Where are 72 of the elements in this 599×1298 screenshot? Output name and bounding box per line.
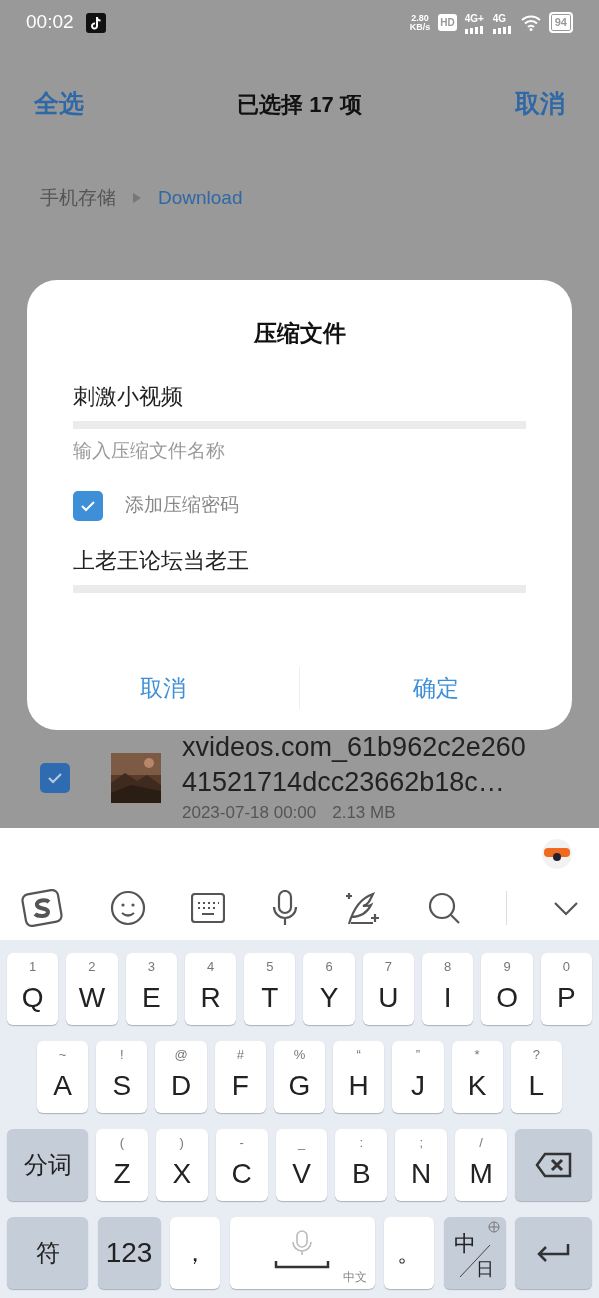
key[interactable]: 7 U [362,953,415,1025]
battery-level: 94 [548,12,573,33]
enter-key[interactable] [515,1217,592,1289]
key[interactable]: % G [273,1041,326,1113]
key[interactable]: 5 T [244,953,296,1025]
smiley-icon[interactable] [109,890,146,926]
key[interactable]: 2 W [66,953,118,1025]
network-unit: KB/s [409,22,431,32]
file-date: 2023-07-18 00:00 [182,802,317,825]
key[interactable]: ? L [510,1041,562,1113]
clock-time: 00:02 [26,10,74,35]
wifi-icon [520,14,541,31]
key[interactable]: 123 [97,1217,161,1289]
network-speed: 2.80 [410,13,430,23]
backspace-icon [534,1152,573,1178]
key[interactable]: ( Z [96,1129,148,1201]
key[interactable]: ; N [395,1129,448,1201]
check-icon [47,772,63,784]
chevron-icon [132,192,142,204]
selection-title: 已选择 17 项 [237,90,362,119]
backspace-key[interactable] [515,1129,592,1201]
key[interactable]: ) X [155,1129,208,1201]
key[interactable]: 4 R [184,953,237,1025]
key[interactable]: 3 E [125,953,177,1025]
key[interactable]: ， [170,1217,220,1289]
mascot-icon [540,836,574,870]
key[interactable]: ! S [96,1041,148,1113]
key[interactable]: ” J [392,1041,444,1113]
check-icon [80,499,96,512]
search-icon[interactable] [426,891,461,925]
chevron-down-icon[interactable] [552,900,579,916]
music-note-icon [85,12,106,33]
signal-icon [464,26,485,34]
keyboard-icon[interactable] [191,893,226,923]
network-type: 4G+ [464,12,485,26]
language-key[interactable]: 中 日 [443,1217,506,1289]
key[interactable]: ~ A [37,1041,89,1113]
key[interactable]: - C [215,1129,268,1201]
checkbox[interactable] [40,763,70,793]
key[interactable]: @ D [155,1041,207,1113]
key[interactable]: 9 O [481,953,533,1025]
microphone-icon [291,1229,312,1257]
signal-icon [492,26,513,34]
return-icon [535,1242,572,1264]
key[interactable]: 。 [384,1217,434,1289]
key[interactable]: # F [214,1041,266,1113]
key[interactable]: : B [335,1129,388,1201]
key[interactable]: 1 Q [7,953,59,1025]
key[interactable]: “ H [333,1041,385,1113]
space-bar-icon [273,1260,330,1269]
hint-text: 输入压缩文件名称 [73,439,226,463]
network-type: 4G [492,12,508,26]
key[interactable]: 符 [7,1217,88,1289]
key[interactable]: 0 P [540,953,592,1025]
file-size: 2.13 MB [332,802,396,825]
key[interactable]: / M [455,1129,507,1201]
checkbox[interactable] [73,490,103,521]
key[interactable]: 分词 [7,1129,88,1201]
key[interactable]: 6 Y [303,953,355,1025]
key[interactable]: _ V [275,1129,328,1201]
key[interactable]: 8 I [422,953,474,1025]
key[interactable]: * K [451,1041,503,1113]
name-field[interactable]: 刺激小视频 [73,380,526,429]
hd-badge: HD [438,14,457,31]
file-name: xvideos.com_61b962c2e26041521714dcc23662b18c… [182,731,527,800]
microphone-icon[interactable] [271,890,300,926]
dialog-title: 压缩文件 [252,319,347,348]
space-key[interactable]: 中文 [229,1217,375,1289]
s-logo-icon[interactable] [20,888,64,928]
feather-pen-icon[interactable] [344,890,381,926]
checkbox-label: 添加压缩密码 [125,493,239,518]
password-field[interactable]: 上老王论坛当老王 [73,543,526,593]
